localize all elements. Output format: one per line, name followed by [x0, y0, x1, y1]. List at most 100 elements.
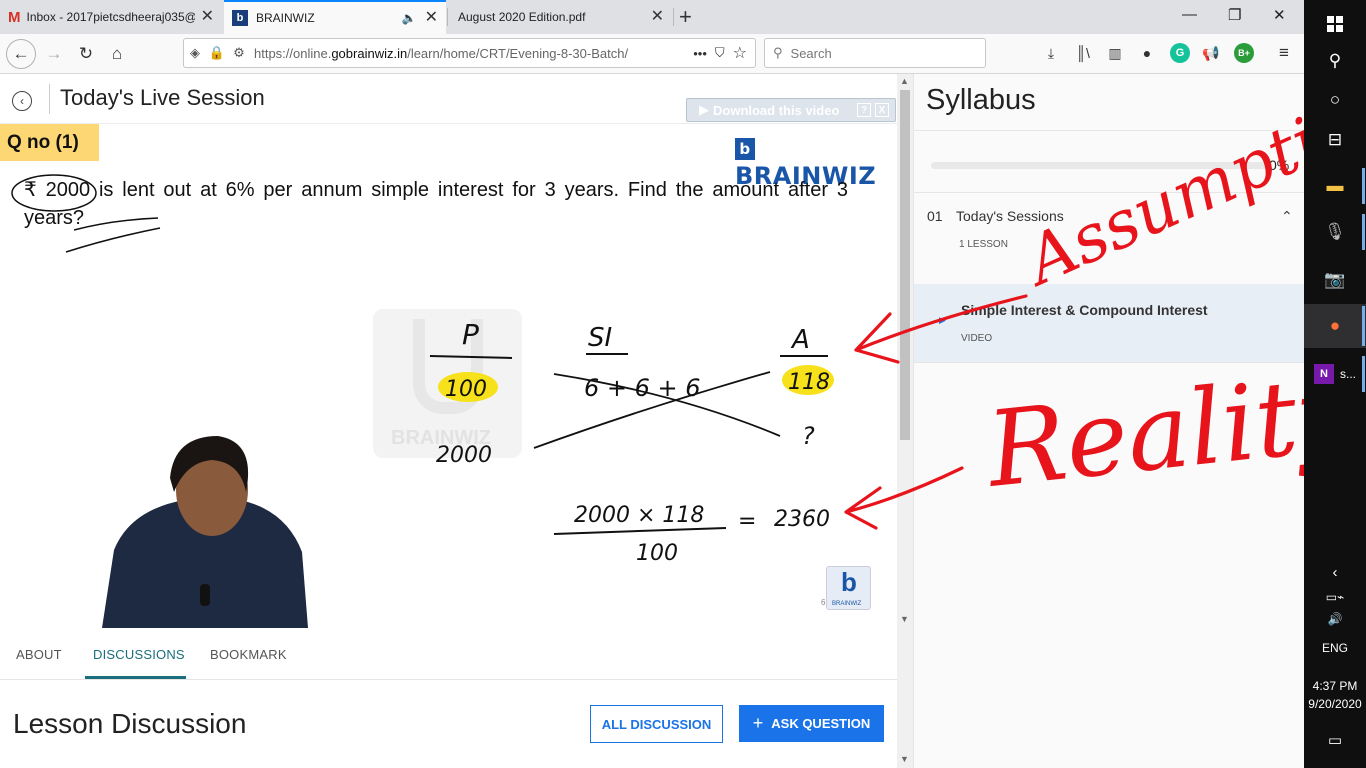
tab-separator: [447, 8, 448, 26]
pocket-icon[interactable]: ⛉: [715, 45, 725, 61]
account-icon[interactable]: ●: [1137, 43, 1157, 63]
tab-pdf[interactable]: August 2020 Edition.pdf ✕: [450, 0, 672, 34]
page-actions-icon[interactable]: •••: [693, 46, 707, 61]
corner-logo-mark: b: [841, 567, 857, 597]
speaker-icon[interactable]: 🔈: [402, 11, 417, 25]
library-icon[interactable]: ║\: [1073, 43, 1093, 63]
running-indicator: [1362, 306, 1365, 346]
tab-title: BRAINWIZ: [256, 11, 315, 25]
cortana-icon[interactable]: ○: [1304, 82, 1366, 118]
downloads-icon[interactable]: ⤓: [1041, 43, 1061, 63]
search-input[interactable]: ⚲ Search: [764, 38, 986, 68]
grammarly-icon[interactable]: G: [1170, 43, 1190, 63]
shield-icon[interactable]: ◈: [184, 45, 206, 61]
download-help-icon[interactable]: ?: [857, 103, 871, 117]
url-bar[interactable]: ◈ 🔒 ⚙ https://online.gobrainwiz.in/learn…: [183, 38, 756, 68]
reload-icon: ↻: [78, 44, 94, 63]
ask-question-button[interactable]: + ASK QUESTION: [739, 705, 884, 742]
home-button[interactable]: ⌂: [103, 40, 131, 68]
board-question-mark: ?: [802, 422, 815, 450]
section-title[interactable]: Today's Sessions: [956, 208, 1064, 224]
video-player[interactable]: Q no (1) bBRAINWIZ ₹ 2000 is lent out at…: [0, 124, 880, 628]
back-icon[interactable]: ‹: [12, 91, 32, 111]
windows-logo-icon: [1327, 16, 1343, 32]
all-discussion-button[interactable]: ALL DISCUSSION: [590, 705, 723, 743]
close-icon[interactable]: ✕: [201, 9, 214, 25]
page-scrollbar[interactable]: ▲ ▼ ▼: [897, 74, 913, 768]
show-hidden-icons[interactable]: ‹: [1304, 558, 1366, 586]
tab-title: August 2020 Edition.pdf: [458, 10, 586, 24]
board-val-2000: 2000: [436, 443, 492, 468]
lesson-type: VIDEO: [961, 333, 993, 344]
plus-icon: +: [752, 713, 764, 733]
lock-icon[interactable]: 🔒: [206, 45, 228, 61]
page-title: Today's Live Session: [60, 85, 265, 110]
download-close-icon[interactable]: X: [875, 103, 889, 117]
bookmark-star-icon[interactable]: ☆: [733, 43, 747, 63]
tab-title: Inbox - 2017pietcsdheeraj035@: [26, 10, 195, 24]
camera-icon[interactable]: 📷: [1304, 260, 1366, 300]
active-tab-indicator: [85, 676, 186, 679]
arrow-left-icon: ←: [12, 44, 30, 63]
tab-gmail[interactable]: M Inbox - 2017pietcsdheeraj035@ ✕: [0, 0, 222, 34]
megaphone-icon[interactable]: 📢: [1201, 43, 1221, 63]
content-tabs: ABOUT DISCUSSIONS BOOKMARK: [0, 628, 897, 680]
browser-tab-strip: M Inbox - 2017pietcsdheeraj035@ ✕ b BRAI…: [0, 0, 1304, 34]
board-numerator: 2000 × 118: [574, 503, 704, 528]
url-text[interactable]: https://online.gobrainwiz.in/learn/home/…: [254, 46, 685, 61]
scroll-up-icon[interactable]: ▲: [900, 76, 909, 86]
header-divider: [49, 84, 50, 114]
close-window-button[interactable]: ✕: [1273, 6, 1286, 24]
search-icon[interactable]: ⚲: [1304, 44, 1366, 78]
onenote-icon[interactable]: N s...: [1304, 354, 1366, 394]
language-indicator[interactable]: ENG: [1304, 638, 1366, 658]
notifications-icon[interactable]: ▭: [1304, 726, 1366, 754]
menu-icon[interactable]: ≡: [1274, 43, 1294, 63]
brainwiz-favicon: b: [232, 10, 248, 26]
minimize-button[interactable]: —: [1182, 6, 1197, 23]
tab-discussions[interactable]: DISCUSSIONS: [93, 647, 185, 662]
reload-button[interactable]: ↻: [72, 40, 100, 68]
play-icon: ▶: [939, 315, 946, 325]
scroll-down-icon[interactable]: ▼: [900, 614, 909, 624]
board-label-p: P: [462, 318, 479, 351]
chevron-up-icon[interactable]: ⌃: [1281, 208, 1293, 225]
clock-time[interactable]: 4:37 PM: [1304, 677, 1366, 695]
restore-button[interactable]: ❐: [1228, 6, 1241, 24]
syllabus-panel: Syllabus 0% 01 Today's Sessions 1 LESSON…: [913, 74, 1305, 768]
gmail-icon: M: [8, 8, 21, 26]
sidebar-icon[interactable]: ▥: [1105, 43, 1125, 63]
tab-brainwiz[interactable]: b BRAINWIZ 🔈 ✕: [224, 0, 446, 34]
scroll-down-icon[interactable]: ▼: [900, 754, 909, 764]
tab-bookmark[interactable]: BOOKMARK: [210, 647, 287, 662]
url-domain: gobrainwiz.in: [331, 45, 408, 61]
play-icon: ▶: [699, 102, 709, 117]
corner-logo-text: BRAINWIZ: [832, 601, 862, 607]
close-icon[interactable]: ✕: [651, 9, 664, 25]
new-tab-button[interactable]: +: [679, 4, 692, 30]
running-indicator: [1362, 356, 1365, 392]
board-label-si: SI: [588, 323, 612, 353]
forward-button[interactable]: →: [40, 40, 68, 68]
firefox-glyph-icon: ●: [1329, 316, 1341, 335]
search-icon: ⚲: [773, 45, 783, 60]
lesson-item[interactable]: ▶ Simple Interest & Compound Interest VI…: [914, 284, 1305, 362]
download-video-label[interactable]: Download this video: [713, 103, 857, 118]
clock-date[interactable]: 9/20/2020: [1304, 695, 1366, 713]
volume-icon[interactable]: 🔊: [1304, 608, 1366, 630]
scroll-thumb[interactable]: [900, 90, 910, 440]
tab-about[interactable]: ABOUT: [16, 647, 62, 662]
file-explorer-icon[interactable]: ▬: [1304, 164, 1366, 208]
firefox-icon[interactable]: ●: [1304, 304, 1366, 348]
task-view-icon[interactable]: ⊟: [1304, 122, 1366, 158]
back-button[interactable]: ←: [6, 39, 36, 69]
close-icon[interactable]: ✕: [425, 10, 438, 26]
arrow-right-icon: →: [45, 44, 63, 63]
download-video-bar[interactable]: ▶ Download this video ? X: [686, 98, 896, 122]
recorder-icon[interactable]: 🎙: [1304, 212, 1366, 252]
permissions-icon[interactable]: ⚙: [228, 45, 250, 61]
windows-start-icon[interactable]: [1304, 6, 1366, 42]
divider: [914, 130, 1305, 131]
bplus-extension-icon[interactable]: B+: [1234, 43, 1254, 63]
network-icon[interactable]: ▭⌁: [1304, 586, 1366, 608]
